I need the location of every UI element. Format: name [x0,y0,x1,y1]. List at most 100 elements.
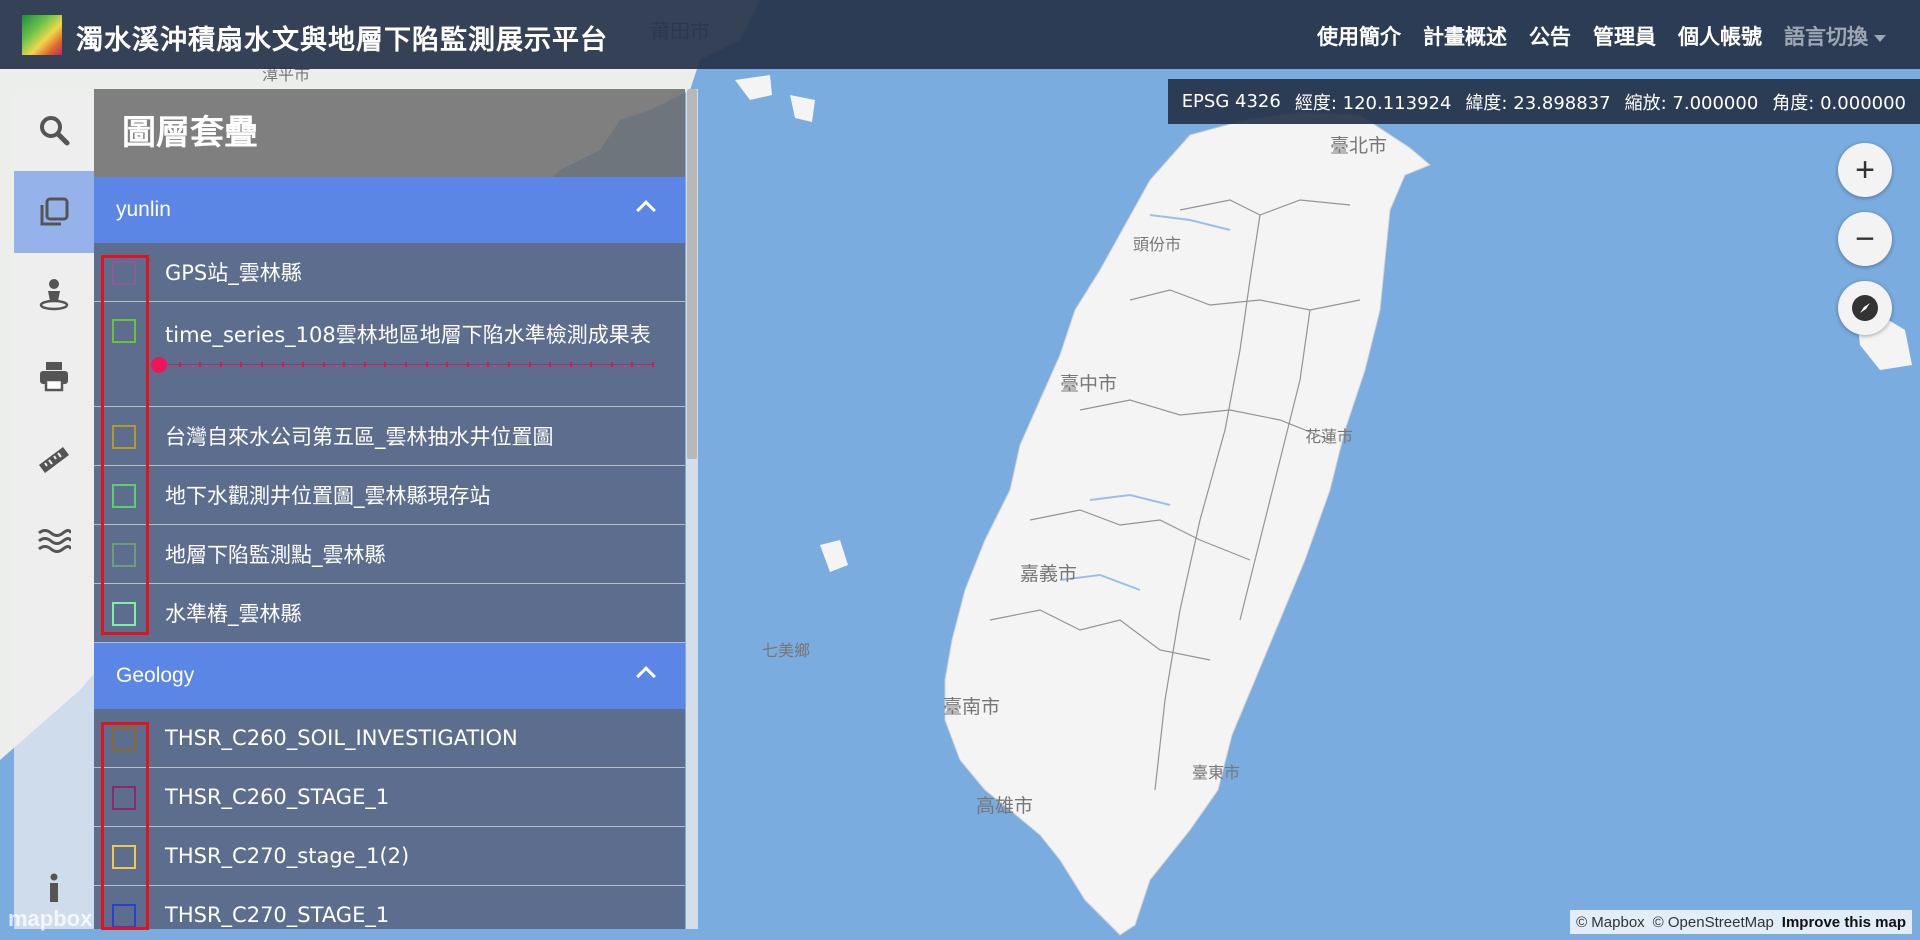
slider-tick [405,362,407,367]
tool-rail [14,89,94,929]
app-title[interactable]: 濁水溪沖積扇水文與地層下陷監測展示平台 [76,18,608,57]
compass-button[interactable] [1838,281,1892,335]
slider-tick [631,362,634,367]
layer-label: THSR_C270_stage_1(2) [165,844,410,868]
slider-tick [652,362,654,367]
layer-checkbox[interactable] [112,425,136,449]
rail-water[interactable] [14,499,94,581]
print-icon [40,362,68,392]
zoom-readout: 縮放: 7.000000 [1624,92,1759,114]
water-icon [38,529,71,553]
zoom-in-button[interactable]: + [1838,143,1892,197]
rail-print[interactable] [14,335,94,417]
layer-row[interactable]: 台灣自來水公司第五區_雲林抽水井位置圖 [94,407,685,466]
layer-label: time_series_108雲林地區地層下陷水準檢測成果表 [165,323,651,347]
slider-tick [528,362,531,367]
layer-label: THSR_C270_STAGE_1 [165,903,390,927]
slider-tick [199,362,202,367]
slider-tick [302,362,305,367]
mapbox-logo[interactable]: mapbox [8,906,92,932]
svg-text:臺中市: 臺中市 [1060,373,1117,395]
slider-handle[interactable] [151,357,167,373]
rail-search[interactable] [14,89,94,171]
layer-row[interactable]: THSR_C270_STAGE_1 [94,886,685,929]
top-navbar: 濁水溪沖積扇水文與地層下陷監測展示平台 使用簡介 計畫概述 公告 管理員 個人帳… [0,0,1920,69]
layer-label: GPS站_雲林縣 [165,261,302,285]
nav-account[interactable]: 個人帳號 [1678,21,1762,51]
caret-down-icon [1874,34,1886,42]
svg-text:臺北市: 臺北市 [1330,135,1387,157]
slider-tick [425,362,428,367]
slider-tick [569,362,572,367]
group-header-geology[interactable]: Geology [94,643,685,709]
plus-icon: + [1855,150,1875,189]
svg-text:頭份市: 頭份市 [1133,235,1181,254]
slider-tick [219,362,222,367]
nav-links: 使用簡介 計畫概述 公告 管理員 個人帳號 語言切換 [1317,21,1886,51]
latitude-readout: 緯度: 23.898837 [1465,92,1611,114]
nav-overview[interactable]: 計畫概述 [1423,21,1507,51]
layer-checkbox[interactable] [112,261,136,285]
layer-row[interactable]: 地下水觀測井位置圖_雲林縣現存站 [94,466,685,525]
slider-tick [446,362,449,367]
improve-map-link[interactable]: Improve this map [1782,914,1906,931]
rail-person[interactable] [14,253,94,335]
layer-label: 水準樁_雲林縣 [165,602,302,626]
slider-tick [281,362,284,367]
rail-layers[interactable] [14,171,94,253]
layer-row[interactable]: GPS站_雲林縣 [94,243,685,302]
group-header-yunlin[interactable]: yunlin [94,177,685,243]
layer-checkbox[interactable] [112,602,136,626]
svg-text:嘉義市: 嘉義市 [1020,563,1077,585]
layer-checkbox[interactable] [112,904,136,928]
attribution-mapbox[interactable]: © Mapbox [1576,914,1645,931]
layer-checkbox[interactable] [112,845,136,869]
layer-checkbox[interactable] [112,319,136,343]
slider-tick [466,362,469,367]
slider-tick [363,362,366,367]
longitude-readout: 經度: 120.113924 [1294,92,1452,114]
layer-checkbox[interactable] [112,727,136,751]
layer-row[interactable]: 水準樁_雲林縣 [94,584,685,643]
layer-row[interactable]: THSR_C260_SOIL_INVESTIGATION [94,709,685,768]
layer-row[interactable]: 地層下陷監測點_雲林縣 [94,525,685,584]
rail-measure[interactable] [14,417,94,499]
slider-tick [178,362,181,367]
chevron-up-icon [636,666,656,686]
svg-text:臺南市: 臺南市 [943,696,1000,718]
layer-label: THSR_C260_SOIL_INVESTIGATION [165,726,518,750]
angle-readout: 角度: 0.000000 [1772,92,1906,114]
layer-row[interactable]: THSR_C270_stage_1(2) [94,827,685,886]
brand-logo[interactable] [22,15,62,55]
layer-row[interactable]: THSR_C260_STAGE_1 [94,768,685,827]
minus-icon: − [1855,219,1875,258]
layer-checkbox[interactable] [112,484,136,508]
layer-row[interactable]: time_series_108雲林地區地層下陷水準檢測成果表 [94,302,685,407]
search-icon [40,116,70,146]
language-dropdown[interactable]: 語言切換 [1784,21,1886,51]
nav-admin[interactable]: 管理員 [1593,21,1656,51]
attribution-osm[interactable]: © OpenStreetMap [1653,914,1774,931]
zoom-out-button[interactable]: − [1838,212,1892,266]
slider-tick [260,362,263,367]
nav-announcements[interactable]: 公告 [1529,21,1571,51]
layer-checkbox[interactable] [112,543,136,567]
slider-tick [590,362,593,367]
layer-checkbox[interactable] [112,786,136,810]
slider-tick [384,362,387,367]
svg-text:臺東市: 臺東市 [1192,763,1240,782]
panel-scrollbar[interactable] [686,89,698,929]
nav-intro[interactable]: 使用簡介 [1317,21,1401,51]
language-label: 語言切換 [1784,25,1868,49]
info-icon [50,873,58,902]
layer-overlay-panel: 圖層套疊 yunlin GPS站_雲林縣 time_series_108雲林地區… [94,89,685,929]
ruler-icon [39,447,69,473]
scrollbar-thumb[interactable] [687,89,697,459]
coordinate-readout: EPSG 4326 經度: 120.113924 緯度: 23.898837 縮… [1167,79,1920,124]
person-pin-icon [39,279,69,311]
svg-text:花蓮市: 花蓮市 [1305,427,1353,446]
map-attribution: © Mapbox © OpenStreetMap Improve this ma… [1570,910,1912,934]
slider-tick [343,362,346,367]
slider-tick [487,362,490,367]
time-series-slider[interactable] [151,357,654,373]
